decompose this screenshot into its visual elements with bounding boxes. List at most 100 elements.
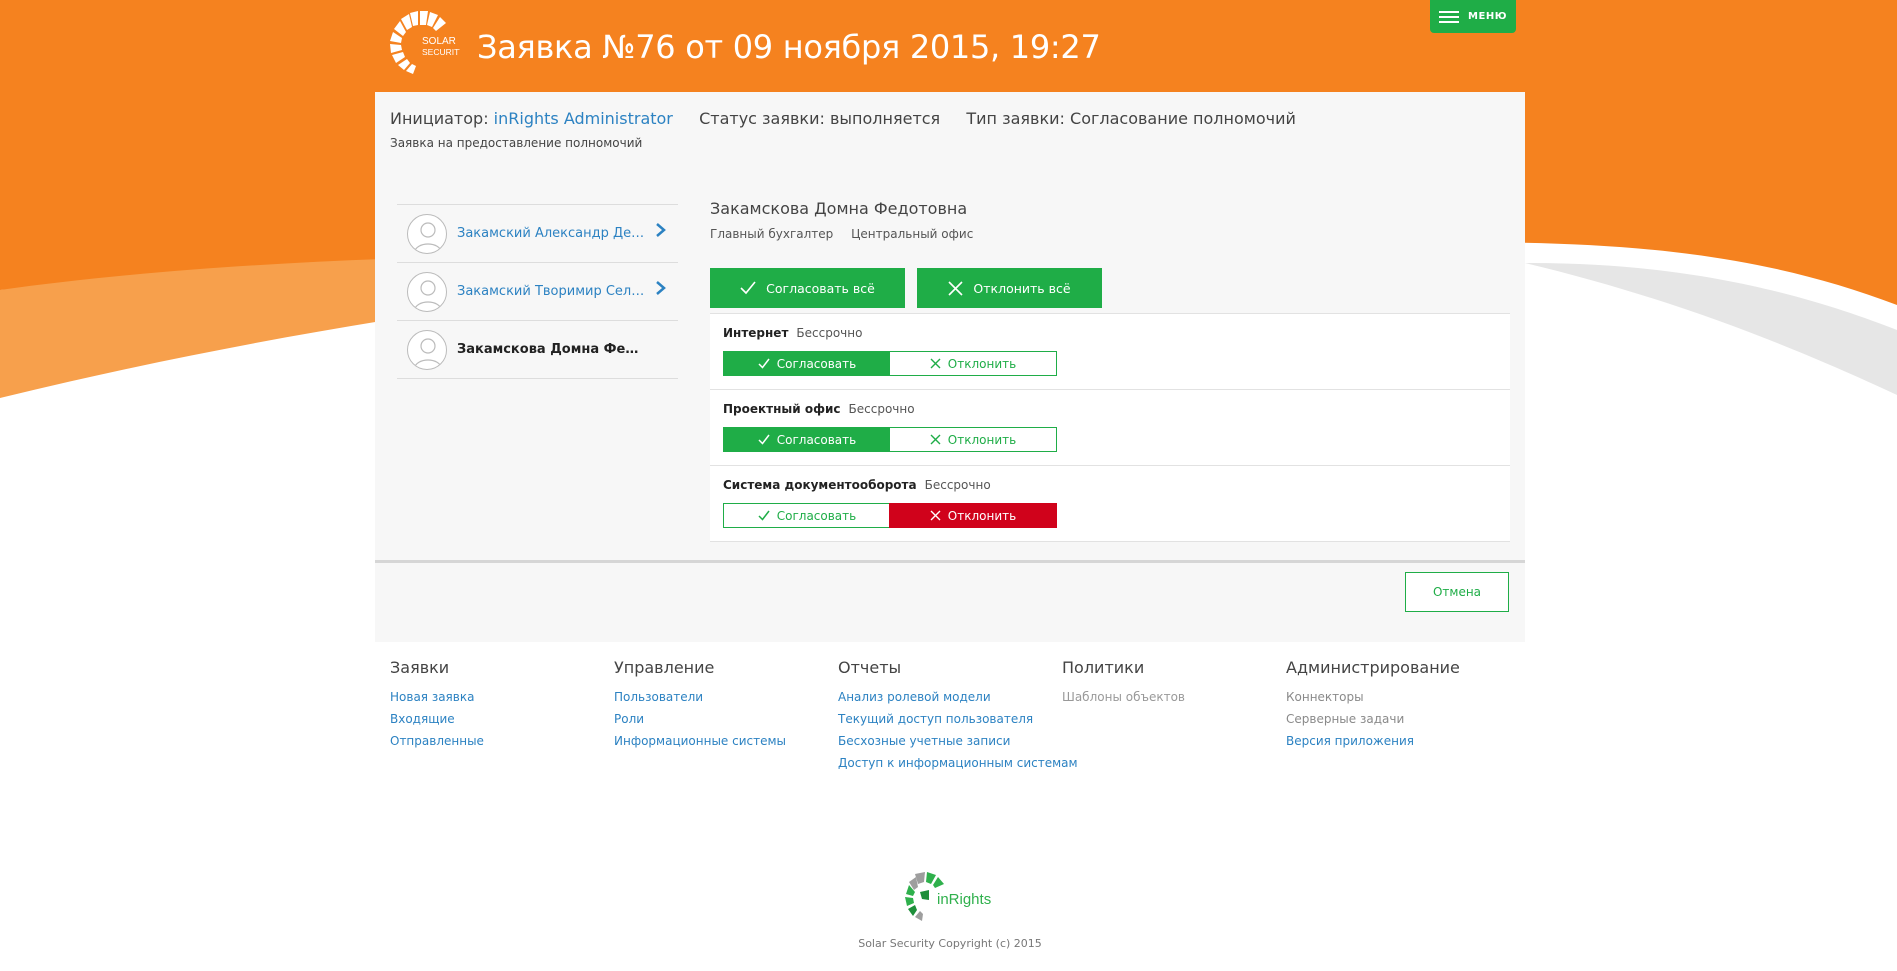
- resource-row: Интернет Бессрочно Согласовать Отклонить: [710, 313, 1510, 390]
- menu-button[interactable]: МЕНЮ: [1430, 0, 1516, 33]
- footer-link-info-system-access[interactable]: Доступ к информационным системам: [838, 752, 1078, 774]
- cross-icon: [948, 280, 963, 296]
- reject-option[interactable]: Отклонить: [890, 352, 1056, 375]
- svg-text:SOLAR: SOLAR: [422, 36, 456, 47]
- footer-column-administration: Администрирование Коннекторы Серверные з…: [1286, 658, 1510, 774]
- footer-link-connectors[interactable]: Коннекторы: [1286, 686, 1510, 708]
- resource-term: Бессрочно: [796, 326, 863, 340]
- menu-label: МЕНЮ: [1468, 11, 1507, 22]
- resource-name: Интернет: [723, 326, 789, 340]
- resources-list: Интернет Бессрочно Согласовать Отклонить …: [710, 313, 1510, 542]
- cancel-button[interactable]: Отмена: [1405, 572, 1509, 612]
- request-description: Заявка на предоставление полномочий: [390, 136, 643, 150]
- resource-title: Интернет Бессрочно: [723, 326, 862, 340]
- users-list: Закамский Александр Денисов… Закамский Т…: [397, 204, 678, 379]
- type-value: Согласование полномочий: [1070, 109, 1296, 128]
- approve-all-label: Согласовать всё: [766, 280, 875, 296]
- reject-all-label: Отклонить всё: [973, 280, 1071, 296]
- user-avatar-icon: [407, 271, 447, 312]
- footer-column-title: Администрирование: [1286, 658, 1460, 677]
- resource-title: Проектный офис Бессрочно: [723, 402, 915, 416]
- resource-name: Проектный офис: [723, 402, 841, 416]
- request-panel: Инициатор: inRights Administrator Статус…: [375, 92, 1525, 642]
- approve-option[interactable]: Согласовать: [724, 352, 890, 375]
- footer-column-reports: Отчеты Анализ ролевой модели Текущий дос…: [838, 658, 1078, 774]
- solar-logo-icon: SOLAR SECURITY: [390, 11, 460, 74]
- resource-name: Система документооборота: [723, 478, 917, 492]
- request-meta: Инициатор: inRights Administrator Статус…: [390, 109, 1296, 128]
- cross-icon: [930, 510, 941, 521]
- resource-title: Система документооборота Бессрочно: [723, 478, 991, 492]
- footer-column-title: Управление: [614, 658, 715, 677]
- chevron-right-icon: [656, 281, 666, 295]
- footer-link-role-model-analysis[interactable]: Анализ ролевой модели: [838, 686, 1062, 708]
- inrights-logo-icon: inRights: [905, 872, 991, 921]
- svg-text:SECURITY: SECURITY: [422, 47, 460, 57]
- footer-column-title: Отчеты: [838, 658, 902, 677]
- user-list-item[interactable]: Закамский Александр Денисов…: [397, 205, 678, 263]
- cross-icon: [930, 358, 941, 369]
- footer-column-management: Управление Пользователи Роли Информацион…: [614, 658, 838, 774]
- footer-link-orphan-accounts[interactable]: Бесхозные учетные записи: [838, 730, 1062, 752]
- footer-link-incoming[interactable]: Входящие: [390, 708, 614, 730]
- person-name: Закамскова Домна Федотовна: [710, 199, 968, 218]
- reject-option-selected[interactable]: Отклонить: [889, 503, 1057, 528]
- menu-icon: [1439, 10, 1460, 23]
- reject-label: Отклонить: [947, 432, 1017, 447]
- reject-label: Отклонить: [947, 508, 1017, 523]
- resource-row: Проектный офис Бессрочно Согласовать Откл…: [710, 389, 1510, 466]
- check-icon: [758, 358, 770, 369]
- footer-link-app-version[interactable]: Версия приложения: [1286, 730, 1510, 752]
- footer-nav: Заявки Новая заявка Входящие Отправленны…: [390, 658, 1525, 774]
- resource-term: Бессрочно: [924, 478, 991, 492]
- initiator-label: Инициатор:: [390, 109, 489, 128]
- footer-column-requests: Заявки Новая заявка Входящие Отправленны…: [390, 658, 614, 774]
- cross-icon: [930, 434, 941, 445]
- resource-term: Бессрочно: [848, 402, 915, 416]
- check-icon: [740, 281, 756, 295]
- approve-label: Согласовать: [776, 432, 857, 447]
- page-title: Заявка №76 от 09 ноября 2015, 19:27: [477, 28, 1101, 66]
- footer-link-current-user-access[interactable]: Текущий доступ пользователя: [838, 708, 1062, 730]
- footer-column-title: Политики: [1062, 658, 1145, 677]
- approve-all-button[interactable]: Согласовать всё: [710, 268, 905, 308]
- footer-column-policies: Политики Шаблоны объектов: [1062, 658, 1286, 774]
- initiator-link[interactable]: inRights Administrator: [494, 109, 673, 128]
- approve-option[interactable]: Согласовать: [724, 428, 890, 451]
- decision-toggle: Согласовать Отклонить: [723, 351, 1057, 376]
- status-value: выполняется: [829, 109, 941, 128]
- user-avatar-icon: [407, 213, 447, 254]
- footer-link-users[interactable]: Пользователи: [614, 686, 838, 708]
- user-name: Закамскова Домна Федотов…: [457, 342, 647, 357]
- footer-link-object-templates[interactable]: Шаблоны объектов: [1062, 686, 1286, 708]
- person-position: Главный бухгалтер Центральный офис: [710, 227, 973, 241]
- footer-link-roles[interactable]: Роли: [614, 708, 838, 730]
- reject-all-button[interactable]: Отклонить всё: [917, 268, 1102, 308]
- approve-label: Согласовать: [776, 508, 857, 523]
- footer-link-new-request[interactable]: Новая заявка: [390, 686, 614, 708]
- resource-row: Система документооборота Бессрочно Соглас…: [710, 465, 1510, 542]
- user-avatar-icon: [407, 329, 447, 370]
- chevron-right-icon: [656, 223, 666, 237]
- person-job-title: Главный бухгалтер: [710, 227, 834, 241]
- page-container: SOLAR SECURITY Заявка №76 от 09 ноября 2…: [375, 0, 1525, 971]
- copyright: Solar Security Copyright (c) 2015: [858, 937, 1042, 950]
- user-list-item[interactable]: Закамский Творимир Селиван…: [397, 263, 678, 321]
- approve-option[interactable]: Согласовать: [724, 504, 890, 527]
- panel-divider: [375, 560, 1525, 563]
- brand-label: inRights: [937, 891, 991, 908]
- status-label: Статус заявки:: [699, 109, 825, 128]
- footer-link-info-systems[interactable]: Информационные системы: [614, 730, 838, 752]
- decision-toggle: Согласовать Отклонить: [723, 503, 1057, 528]
- decision-toggle: Согласовать Отклонить: [723, 427, 1057, 452]
- user-list-item-active[interactable]: Закамскова Домна Федотов…: [397, 321, 678, 379]
- footer-link-sent[interactable]: Отправленные: [390, 730, 614, 752]
- check-icon: [758, 434, 770, 445]
- footer-link-server-tasks[interactable]: Серверные задачи: [1286, 708, 1510, 730]
- type-label: Тип заявки:: [966, 109, 1065, 128]
- person-office: Центральный офис: [851, 227, 974, 241]
- approve-label: Согласовать: [776, 356, 857, 371]
- check-icon: [758, 510, 770, 521]
- reject-option[interactable]: Отклонить: [890, 428, 1056, 451]
- user-name: Закамский Творимир Селиван…: [457, 284, 647, 299]
